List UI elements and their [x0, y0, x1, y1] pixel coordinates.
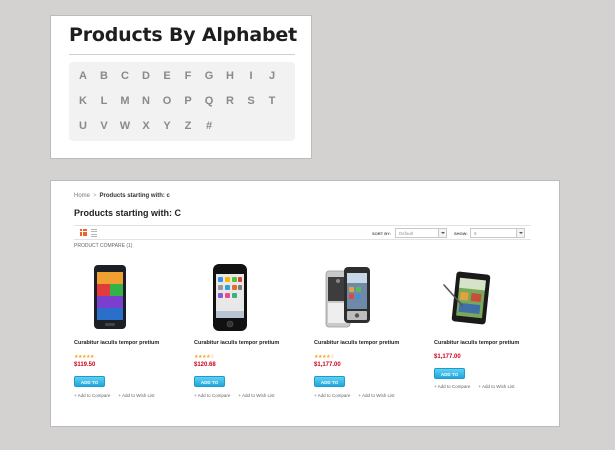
page-title: Products starting with: C [74, 208, 182, 218]
title-divider [69, 54, 295, 55]
product-card: Curabitur iaculis tempor pretium $1,177.… [434, 263, 534, 389]
rating-stars: ★★★★★ [74, 354, 94, 360]
alphabet-letter-link[interactable]: B [95, 70, 113, 82]
sort-by-select[interactable]: Default [395, 228, 447, 238]
chevron-down-icon [516, 229, 524, 237]
grid-view-icon[interactable] [80, 229, 87, 236]
rating-stars: ★★★★☆ [194, 354, 214, 360]
alphabet-letter-link[interactable]: G [200, 70, 218, 82]
product-compare-label: PRODUCT COMPARE (1) [74, 243, 133, 249]
product-links: + Add to Compare + Add to Wish List [434, 384, 515, 389]
alphabet-letter-link[interactable]: E [158, 70, 176, 82]
breadcrumb-current: Products starting with: c [99, 193, 170, 199]
product-name[interactable]: Curabitur iaculis tempor pretium [74, 340, 159, 346]
alphabet-letter-link[interactable]: D [137, 70, 155, 82]
smartphone-icon [94, 265, 126, 329]
product-links: + Add to Compare + Add to Wish List [194, 393, 275, 398]
category-page: Home > Products starting with: c Products … [50, 180, 560, 427]
product-image[interactable] [194, 263, 264, 333]
alphabet-letter-link[interactable]: I [242, 70, 260, 82]
product-links: + Add to Compare + Add to Wish List [74, 393, 155, 398]
smartphone-icon [325, 267, 370, 328]
smartphone-icon [213, 264, 247, 331]
product-image[interactable] [74, 263, 144, 333]
add-to-wishlist-link[interactable]: + Add to Wish List [238, 393, 274, 398]
sort-by-value: Default [399, 231, 414, 236]
tablet-icon [443, 271, 491, 325]
alphabet-letter-link[interactable]: K [74, 95, 92, 107]
alphabet-letter-link[interactable]: S [242, 95, 260, 107]
add-to-cart-button[interactable]: ADD TO CART [74, 376, 105, 396]
product-price: $1,177.00 [434, 354, 461, 360]
product-image[interactable] [314, 263, 384, 333]
alphabet-letter-link[interactable]: # [200, 120, 218, 132]
add-to-wishlist-link[interactable]: + Add to Wish List [118, 393, 154, 398]
add-to-cart-button[interactable]: ADD TO CART [434, 368, 465, 388]
alphabet-letter-link[interactable]: F [179, 70, 197, 82]
product-price: $120.68 [194, 362, 216, 368]
alphabet-letter-link[interactable]: W [116, 120, 134, 132]
alphabet-letter-link[interactable]: O [158, 95, 176, 107]
product-name[interactable]: Curabitur iaculis tempor pretium [194, 340, 279, 346]
add-to-compare-link[interactable]: + Add to Compare [314, 393, 350, 398]
show-value: 8 [474, 231, 477, 236]
rating-stars: ★★★★☆ [314, 354, 334, 360]
alphabet-letter-link[interactable]: P [179, 95, 197, 107]
alphabet-letter-link[interactable]: M [116, 95, 134, 107]
product-image[interactable] [434, 263, 504, 333]
add-to-cart-button[interactable]: ADD TO CART [314, 376, 345, 396]
product-card: Curabitur iaculis tempor pretium ★★★★☆ $… [194, 263, 294, 398]
product-card: Curabitur iaculis tempor pretium ★★★★☆ $… [314, 263, 414, 398]
alphabet-letter-panel: A B C D E F G H I J K L M N O P Q R S T U V W X Y Z # [69, 62, 295, 141]
add-to-wishlist-link[interactable]: + Add to Wish List [478, 384, 514, 389]
listing-toolbar: SORT BY: Default SHOW: 8 [74, 225, 531, 240]
product-price: $1,177.00 [314, 362, 341, 368]
alphabet-letter-link[interactable]: A [74, 70, 92, 82]
alphabet-letter-link[interactable]: X [137, 120, 155, 132]
alphabet-widget: Products By Alphabet ABCDEFGHIJ KLMNOPQRS… [50, 15, 312, 159]
product-name[interactable]: Curabitur iaculis tempor pretium [314, 340, 399, 346]
alphabet-letter-link[interactable]: H [221, 70, 239, 82]
sort-by-label: SORT BY: [372, 231, 391, 236]
alphabet-letter-link[interactable]: T [263, 95, 281, 107]
alphabet-letter-link[interactable]: R [221, 95, 239, 107]
alphabet-widget-title: Products By Alphabet [69, 24, 297, 46]
alphabet-letter-link[interactable]: N [137, 95, 155, 107]
product-name[interactable]: Curabitur iaculis tempor pretium [434, 340, 519, 346]
product-links: + Add to Compare + Add to Wish List [314, 393, 395, 398]
show-select[interactable]: 8 [470, 228, 525, 238]
add-to-compare-link[interactable]: + Add to Compare [74, 393, 110, 398]
alphabet-letter-link[interactable]: C [116, 70, 134, 82]
alphabet-letter-link[interactable]: Z [179, 120, 197, 132]
breadcrumb-home-link[interactable]: Home [74, 193, 90, 199]
add-to-wishlist-link[interactable]: + Add to Wish List [358, 393, 394, 398]
alphabet-letter-link[interactable]: U [74, 120, 92, 132]
list-view-icon[interactable] [91, 229, 97, 237]
alphabet-letter-link[interactable]: Y [158, 120, 176, 132]
alphabet-letter-link[interactable]: V [95, 120, 113, 132]
alphabet-letter-link[interactable]: L [95, 95, 113, 107]
product-card: Curabitur iaculis tempor pretium ★★★★★ $… [74, 263, 174, 398]
add-to-compare-link[interactable]: + Add to Compare [434, 384, 470, 389]
product-price: $119.50 [74, 362, 96, 368]
alphabet-letter-link[interactable]: J [263, 70, 281, 82]
alphabet-letter-link[interactable]: Q [200, 95, 218, 107]
show-label: SHOW: [454, 231, 468, 236]
add-to-compare-link[interactable]: + Add to Compare [194, 393, 230, 398]
add-to-cart-button[interactable]: ADD TO CART [194, 376, 225, 396]
breadcrumb-separator: > [93, 193, 97, 199]
breadcrumb: Home > Products starting with: c [74, 193, 170, 199]
chevron-down-icon [438, 229, 446, 237]
